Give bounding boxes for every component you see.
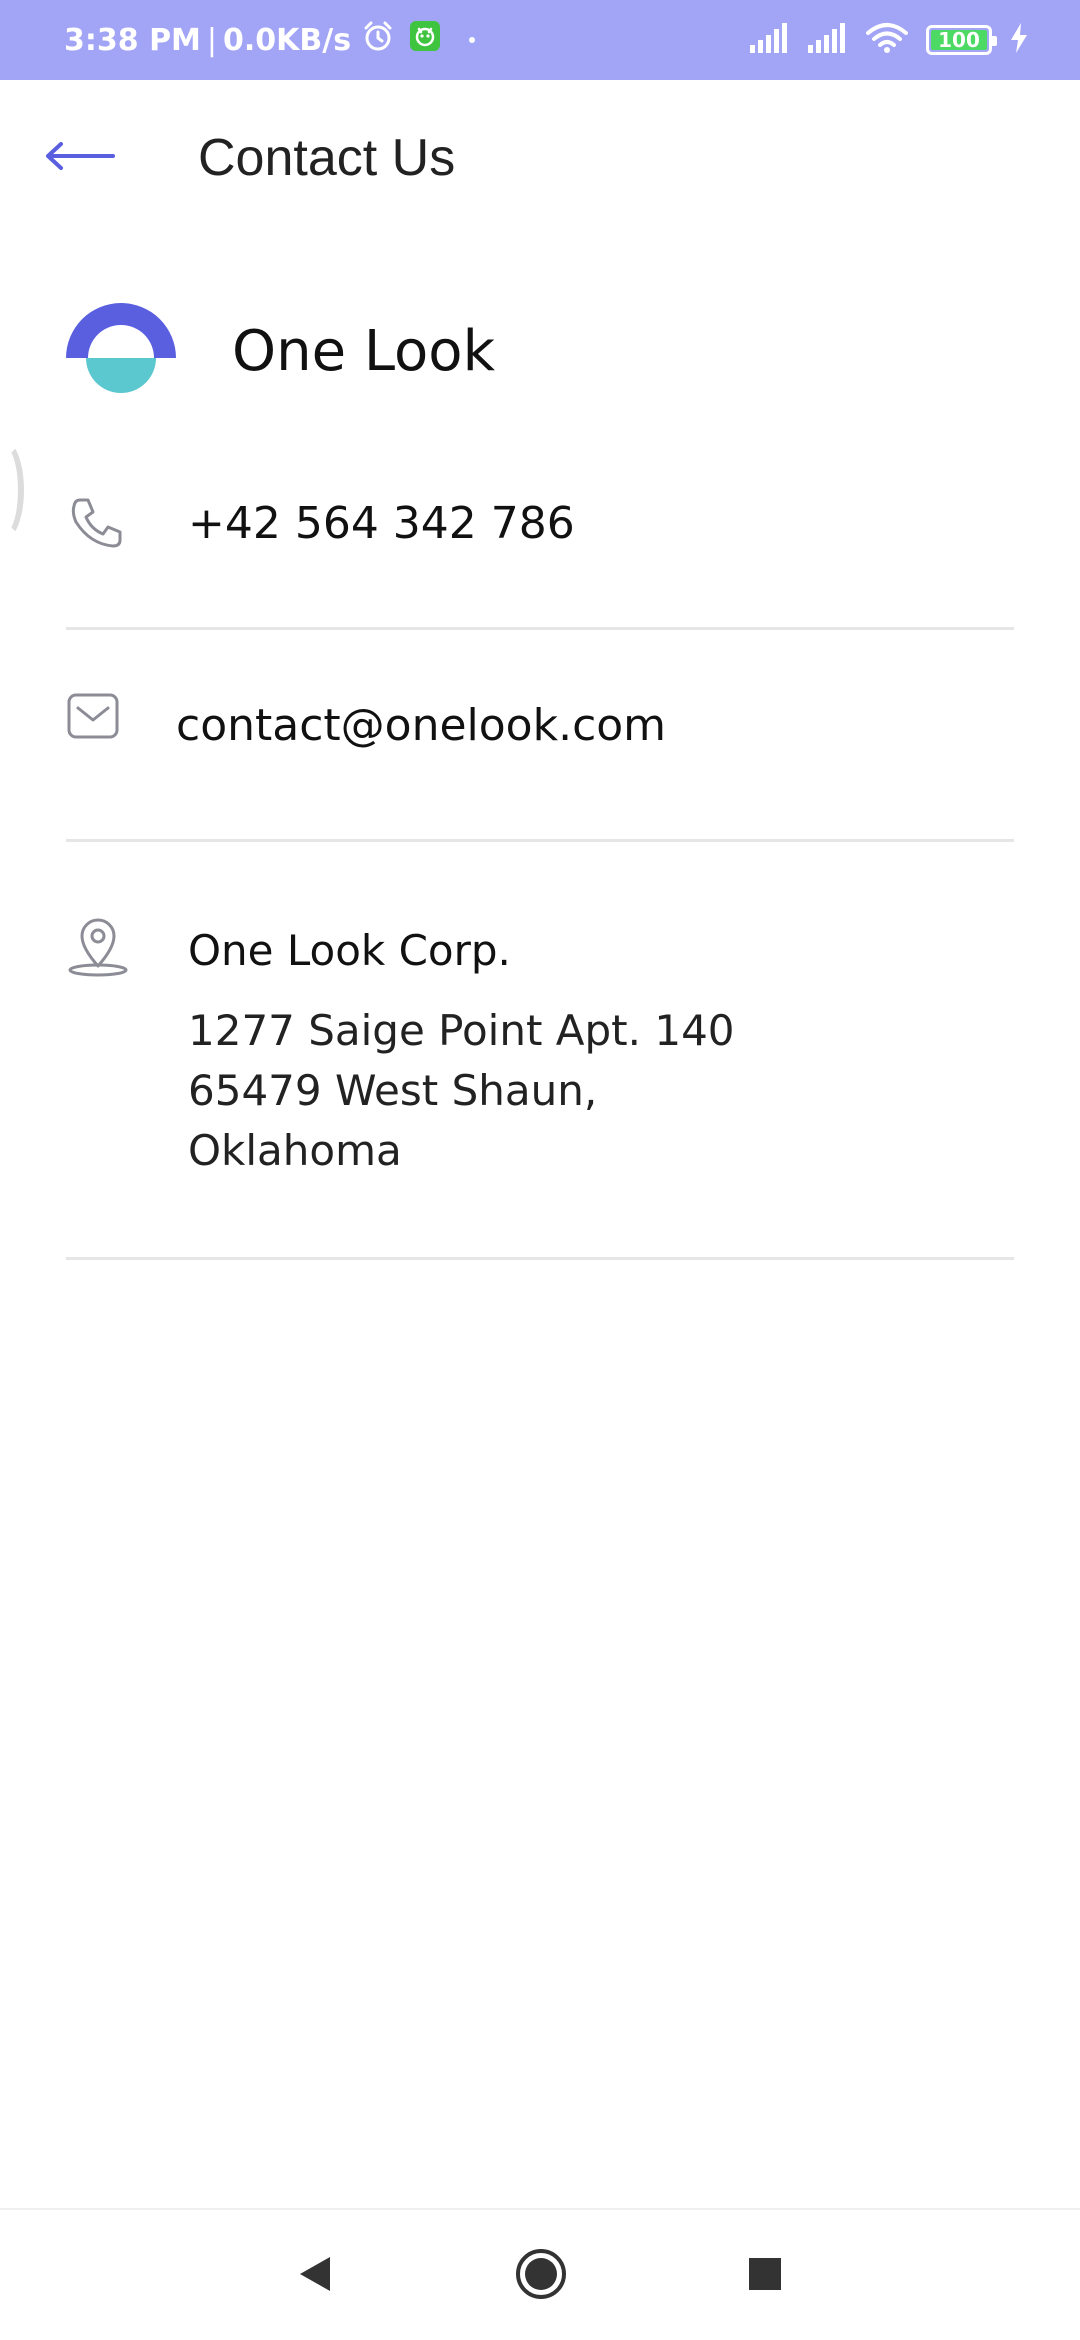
address-company: One Look Corp. bbox=[188, 926, 511, 975]
nav-home-button[interactable] bbox=[506, 2210, 576, 2340]
status-bar: 3:38 PM | 0.0KB/s 100 bbox=[0, 0, 1080, 80]
edge-scroll-handle[interactable] bbox=[0, 440, 24, 540]
page-title: Contact Us bbox=[198, 129, 456, 187]
email-row[interactable]: contact@onelook.com bbox=[66, 630, 1014, 842]
network-speed: 0.0KB/s bbox=[223, 22, 352, 58]
location-pin-icon bbox=[66, 916, 130, 983]
status-separator: | bbox=[206, 22, 218, 58]
cellular-signal-icon bbox=[750, 22, 790, 58]
alarm-icon bbox=[361, 19, 395, 61]
one-look-logo-icon bbox=[66, 302, 176, 400]
brand-header: One Look bbox=[66, 296, 495, 406]
contact-us-screen: 3:38 PM | 0.0KB/s 100 Contact Us One Loo… bbox=[0, 0, 1080, 2340]
back-button[interactable] bbox=[36, 126, 122, 190]
recents-square-icon bbox=[748, 2257, 782, 2296]
wifi-icon bbox=[866, 22, 908, 59]
cellular-signal-icon bbox=[808, 22, 848, 58]
back-triangle-icon bbox=[298, 2255, 332, 2298]
address-block: One Look Corp. 1277 Saige Point Apt. 140… bbox=[188, 926, 735, 1181]
phone-row[interactable]: +42 564 342 786 bbox=[66, 446, 1014, 630]
battery-icon: 100 bbox=[926, 25, 997, 55]
arrow-left-icon bbox=[43, 140, 115, 177]
brand-name: One Look bbox=[232, 318, 495, 384]
address-line-1: 1277 Saige Point Apt. 140 bbox=[188, 1006, 735, 1055]
app-notification-icon bbox=[409, 20, 441, 60]
app-bar: Contact Us bbox=[0, 80, 1080, 240]
status-right: 100 bbox=[750, 0, 1028, 80]
battery-level: 100 bbox=[938, 28, 980, 52]
phone-number: +42 564 342 786 bbox=[188, 498, 575, 549]
home-circle-icon bbox=[515, 2248, 567, 2305]
notification-dot bbox=[469, 37, 476, 43]
mail-icon bbox=[66, 692, 120, 747]
email-address: contact@onelook.com bbox=[176, 700, 667, 751]
battery-nub bbox=[992, 36, 997, 46]
status-time: 3:38 PM bbox=[64, 22, 201, 58]
address-row[interactable]: One Look Corp. 1277 Saige Point Apt. 140… bbox=[66, 842, 1014, 1260]
address-line-3: Oklahoma bbox=[188, 1126, 402, 1175]
nav-back-button[interactable] bbox=[280, 2210, 350, 2340]
address-line-2: 65479 West Shaun, bbox=[188, 1066, 598, 1115]
system-nav-bar bbox=[0, 2208, 1080, 2340]
nav-recents-button[interactable] bbox=[730, 2210, 800, 2340]
status-left: 3:38 PM | 0.0KB/s bbox=[64, 0, 476, 80]
charging-bolt-icon bbox=[1010, 22, 1028, 58]
phone-icon bbox=[66, 494, 126, 559]
